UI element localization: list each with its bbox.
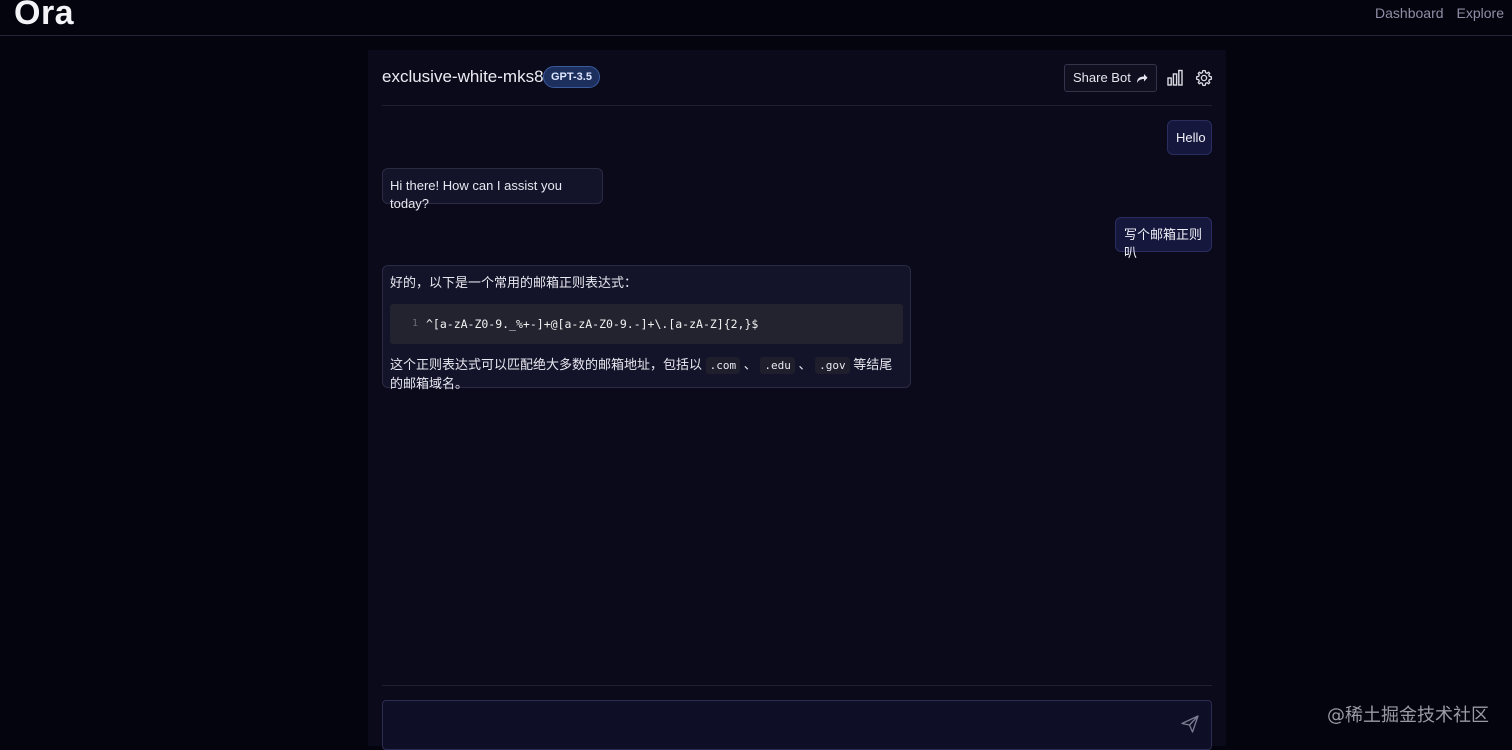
separator: 、 — [743, 357, 757, 372]
message-text: Hi there! How can I assist you today? — [390, 178, 562, 211]
message-text-outro: 这个正则表达式可以匹配绝大多数的邮箱地址，包括以 .com 、 .edu 、 .… — [390, 356, 903, 393]
model-badge: GPT-3.5 — [543, 66, 600, 88]
outro-before: 这个正则表达式可以匹配绝大多数的邮箱地址，包括以 — [390, 357, 703, 372]
code-line-number: 1 — [411, 318, 418, 329]
separator: 、 — [798, 357, 812, 372]
user-message: Hello — [1167, 120, 1212, 155]
share-bot-label: Share Bot — [1073, 70, 1131, 85]
inline-code-edu: .edu — [760, 357, 795, 374]
message-composer — [382, 700, 1212, 750]
app-logo[interactable]: Ora — [14, 0, 74, 33]
user-message: 写个邮箱正则叭 — [1115, 217, 1212, 260]
inline-code-gov: .gov — [815, 357, 850, 374]
bot-message: 好的，以下是一个常用的邮箱正则表达式： 1 ^[a-zA-Z0-9._%+-]+… — [382, 265, 911, 391]
message-text: 写个邮箱正则叭 — [1124, 227, 1203, 260]
inline-code-com: .com — [705, 357, 741, 374]
share-arrow-icon — [1136, 73, 1148, 83]
message-text: 好的，以下是一个常用的邮箱正则表达式： — [390, 275, 638, 290]
chat-panel: exclusive-white-mks8 GPT-3.5 Share Bot H… — [368, 50, 1226, 750]
chat-header: exclusive-white-mks8 GPT-3.5 Share Bot — [382, 50, 1213, 106]
bot-message: Hi there! How can I assist you today? — [382, 168, 603, 211]
message-text: Hello — [1176, 130, 1206, 145]
composer-divider — [382, 685, 1212, 686]
share-bot-button[interactable]: Share Bot — [1064, 64, 1157, 92]
bar-chart-icon[interactable] — [1166, 69, 1184, 87]
nav-dashboard-link[interactable]: Dashboard — [1375, 5, 1444, 21]
watermark: @稀土掘金技术社区 — [1327, 705, 1489, 726]
top-nav: Dashboard Explore — [1375, 5, 1504, 21]
gear-icon[interactable] — [1195, 69, 1213, 87]
nav-explore-link[interactable]: Explore — [1457, 5, 1504, 21]
bot-name: exclusive-white-mks8 — [382, 67, 544, 86]
code-block[interactable]: 1 ^[a-zA-Z0-9._%+-]+@[a-zA-Z0-9.-]+\.[a-… — [390, 304, 903, 344]
top-navbar: Ora Dashboard Explore — [0, 0, 1512, 36]
code-line: ^[a-zA-Z0-9._%+-]+@[a-zA-Z0-9.-]+\.[a-zA… — [426, 317, 759, 331]
send-icon[interactable] — [1180, 714, 1200, 734]
message-input[interactable] — [383, 701, 1163, 749]
